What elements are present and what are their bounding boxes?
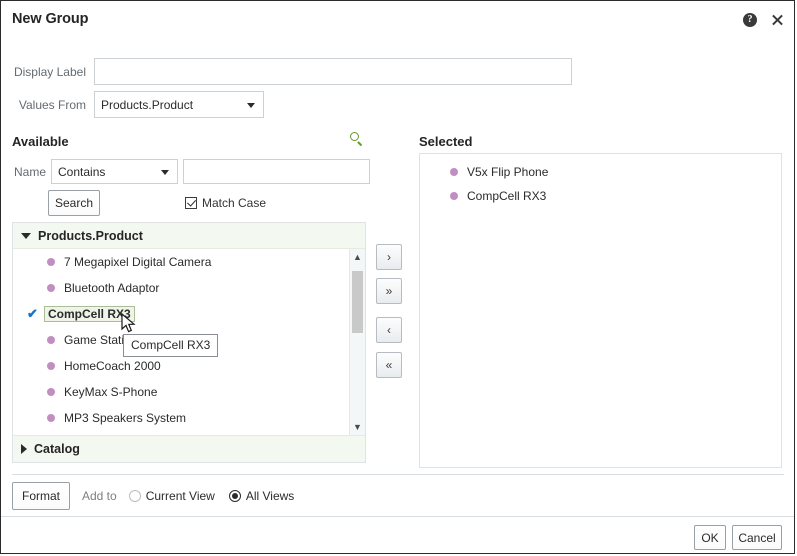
selected-list-panel: V5x Flip Phone CompCell RX3 (419, 153, 782, 468)
bullet-icon (47, 414, 55, 422)
chevron-down-icon (161, 170, 169, 175)
triangle-right-icon (21, 444, 27, 454)
add-to-label: Add to (82, 489, 117, 503)
list-item[interactable]: V5x Flip Phone (420, 160, 781, 184)
list-item[interactable]: KeyMax S-Phone (13, 379, 365, 405)
check-icon: ✔ (27, 307, 38, 320)
list-item-label: 7 Megapixel Digital Camera (64, 255, 211, 269)
chevron-down-icon (247, 103, 255, 108)
bullet-icon (450, 168, 458, 176)
move-right-button[interactable]: › (376, 244, 402, 270)
radio-current-view-label: Current View (146, 489, 215, 503)
scroll-down-icon[interactable]: ▼ (350, 419, 365, 435)
values-from-select[interactable]: Products.Product (94, 91, 264, 118)
values-from-row: Values From Products.Product (12, 91, 264, 118)
move-all-left-button[interactable]: « (376, 352, 402, 378)
bullet-icon (450, 192, 458, 200)
search-input[interactable] (183, 159, 370, 184)
list-item[interactable]: Bluetooth Adaptor (13, 275, 365, 301)
cancel-button[interactable]: Cancel (732, 525, 782, 550)
values-from-value: Products.Product (101, 98, 193, 112)
available-heading: Available (12, 134, 69, 149)
scrollbar-thumb[interactable] (352, 271, 363, 333)
dialog-footer-divider (1, 516, 794, 517)
checkbox-box (185, 197, 197, 209)
page-title: New Group (12, 11, 88, 27)
list-item[interactable]: CompCell RX3 (420, 184, 781, 208)
close-icon[interactable] (770, 13, 784, 27)
vertical-scrollbar[interactable]: ▲ ▼ (349, 249, 365, 435)
bullet-icon (47, 362, 55, 370)
display-label-row: Display Label (12, 58, 572, 85)
triangle-down-icon (21, 233, 31, 239)
dialog-action-buttons: OK Cancel (694, 525, 782, 550)
radio-all-views[interactable]: All Views (229, 489, 294, 503)
format-button[interactable]: Format (12, 482, 70, 510)
bullet-icon (47, 284, 55, 292)
list-item[interactable]: MP3 Speakers System (13, 405, 365, 431)
search-icon-handle (357, 141, 362, 146)
list-item-label: CompCell RX3 (467, 189, 546, 203)
list-item-label: MP3 Speakers System (64, 411, 186, 425)
selected-heading: Selected (419, 134, 472, 149)
radio-button-selected (229, 490, 241, 502)
name-filter-row: Name Contains (12, 159, 370, 184)
operator-value: Contains (58, 165, 105, 179)
search-icon-ring (350, 132, 359, 141)
display-label-input[interactable] (94, 58, 572, 85)
list-item-label: KeyMax S-Phone (64, 385, 157, 399)
list-item-label: V5x Flip Phone (467, 165, 548, 179)
values-from-label: Values From (12, 98, 86, 112)
match-case-label: Match Case (202, 196, 266, 210)
name-filter-label: Name (12, 165, 46, 179)
tree-group-label: Products.Product (38, 229, 143, 243)
operator-select[interactable]: Contains (51, 159, 178, 184)
tree-group-catalog[interactable]: Catalog (13, 435, 365, 462)
footer-controls: Format Add to Current View All Views (12, 482, 294, 510)
bullet-icon (47, 258, 55, 266)
tree-group-products-product[interactable]: Products.Product (13, 223, 365, 249)
move-left-button[interactable]: ‹ (376, 317, 402, 343)
display-label-label: Display Label (12, 65, 86, 79)
list-item-label: HomeCoach 2000 (64, 359, 161, 373)
tree-group-label: Catalog (34, 442, 80, 456)
search-icon[interactable] (350, 132, 366, 148)
bullet-icon (47, 336, 55, 344)
radio-all-views-label: All Views (246, 489, 294, 503)
radio-current-view[interactable]: Current View (129, 489, 215, 503)
help-icon[interactable]: ? (743, 13, 757, 27)
tooltip: CompCell RX3 (123, 334, 218, 357)
radio-button (129, 490, 141, 502)
footer-divider (12, 474, 784, 475)
move-all-right-button[interactable]: » (376, 278, 402, 304)
scroll-up-icon[interactable]: ▲ (350, 249, 365, 265)
ok-button[interactable]: OK (694, 525, 726, 550)
new-group-dialog: New Group ? Display Label Values From Pr… (0, 0, 795, 554)
list-item-selected[interactable]: ✔ CompCell RX3 (13, 301, 365, 327)
match-case-checkbox[interactable]: Match Case (185, 196, 266, 210)
header-icon-group: ? (743, 13, 784, 27)
search-button[interactable]: Search (48, 190, 100, 216)
bullet-icon (47, 388, 55, 396)
list-item-label: CompCell RX3 (44, 306, 135, 322)
list-item-label: Bluetooth Adaptor (64, 281, 159, 295)
dialog-header: New Group ? (1, 1, 794, 37)
list-item[interactable]: 7 Megapixel Digital Camera (13, 249, 365, 275)
